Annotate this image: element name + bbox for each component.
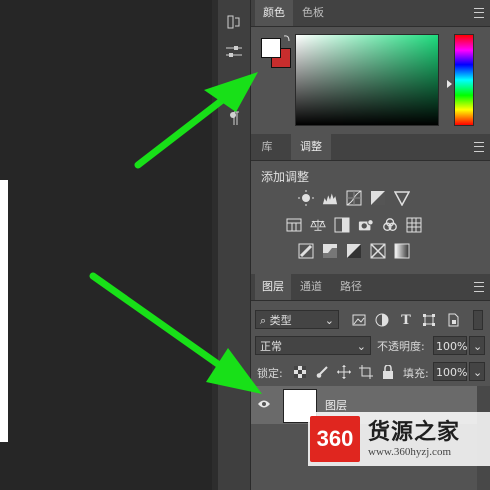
lock-transparent-pixels-icon[interactable] [293,365,307,379]
layer-filter-select[interactable]: ⌕ 类型 ⌄ [255,310,339,329]
opacity-dropdown[interactable]: ⌄ [469,336,485,355]
fill-input[interactable]: 100% [433,362,467,381]
color-panel-tabbar: 颜色 色板 [251,0,490,27]
lock-image-pixels-icon[interactable] [315,365,329,379]
paragraph-icon[interactable] [222,106,246,130]
watermark-url: www.360hyzj.com [368,446,451,458]
threshold-icon[interactable] [346,243,362,259]
color-field[interactable] [295,34,439,126]
opacity-label: 不透明度: [377,340,425,353]
watermark-banner: 360 货源之家 www.360hyzj.com [308,412,490,466]
vibrance-icon[interactable] [394,190,410,206]
watermark-logo: 360 [310,416,360,462]
watermark-title: 货源之家 [368,420,461,445]
fill-label: 填充: [403,367,429,380]
swap-colors-icon[interactable] [283,31,290,42]
type-filter-icon[interactable]: T [398,312,414,328]
adjustments-heading: 添加调整 [261,170,310,184]
channel-mixer-icon[interactable] [382,217,398,233]
hue-saturation-icon[interactable] [286,217,302,233]
photo-filter-icon[interactable] [358,217,374,233]
tab-color[interactable]: 颜色 [255,0,293,26]
gradient-map-icon[interactable] [394,243,410,259]
selective-color-icon[interactable] [370,243,386,259]
chevron-down-icon: ⌄ [473,340,483,353]
canvas-workspace[interactable] [0,0,212,490]
layers-panel-menu-icon[interactable] [474,282,484,292]
adjust-panel-menu-icon[interactable] [474,142,484,152]
collapsed-panel-icon-strip [218,0,251,490]
color-balance-icon[interactable] [310,217,326,233]
blend-mode-select[interactable]: 正常 ⌄ [255,336,371,355]
hue-slider[interactable] [454,34,474,126]
lock-all-icon[interactable] [381,365,395,379]
tab-adjustments[interactable]: 调整 [291,134,331,160]
chevron-down-icon: ⌄ [356,340,366,353]
filter-toggle[interactable] [473,310,483,330]
invert-icon[interactable] [298,243,314,259]
document-canvas[interactable] [0,180,8,442]
history-icon[interactable] [222,10,246,34]
smart-object-filter-icon[interactable] [445,312,461,328]
blend-mode-value: 正常 [260,340,282,353]
layers-panel-tabbar: 图层 通道 路径 [251,274,490,301]
tab-layers[interactable]: 图层 [255,274,291,300]
lock-label: 锁定: [257,367,283,380]
lock-artboard-icon[interactable] [359,365,373,379]
tab-libraries[interactable]: 库 [251,134,283,160]
foreground-color-swatch[interactable] [261,38,281,58]
opacity-input[interactable]: 100% [433,336,467,355]
adjustment-filter-icon[interactable] [374,312,390,328]
adjust-panel-tabbar: 库 调整 [251,134,490,161]
chevron-down-icon: ⌄ [473,366,483,379]
pixel-filter-icon[interactable] [351,312,367,328]
properties-icon[interactable] [222,40,246,64]
eye-visibility-icon[interactable] [258,399,270,412]
exposure-icon[interactable] [370,190,386,206]
chevron-down-icon: ⌄ [324,314,334,327]
hue-slider-handle-icon[interactable] [447,80,452,88]
tab-channels[interactable]: 通道 [293,274,329,300]
tab-swatches[interactable]: 色板 [293,0,333,26]
lock-position-icon[interactable] [337,365,351,379]
shape-filter-icon[interactable] [421,312,437,328]
brightness-icon[interactable] [298,190,314,206]
black-white-icon[interactable] [334,217,350,233]
color-lookup-icon[interactable] [406,217,422,233]
tab-paths[interactable]: 路径 [333,274,369,300]
fill-dropdown[interactable]: ⌄ [469,362,485,381]
color-panel-menu-icon[interactable] [474,8,484,18]
layer-name[interactable]: 图层 [325,397,347,413]
posterize-icon[interactable] [322,243,338,259]
search-icon: ⌕ [260,314,267,327]
filter-kind-label: 类型 [269,314,292,327]
levels-icon[interactable] [322,190,338,206]
curves-icon[interactable] [346,190,362,206]
